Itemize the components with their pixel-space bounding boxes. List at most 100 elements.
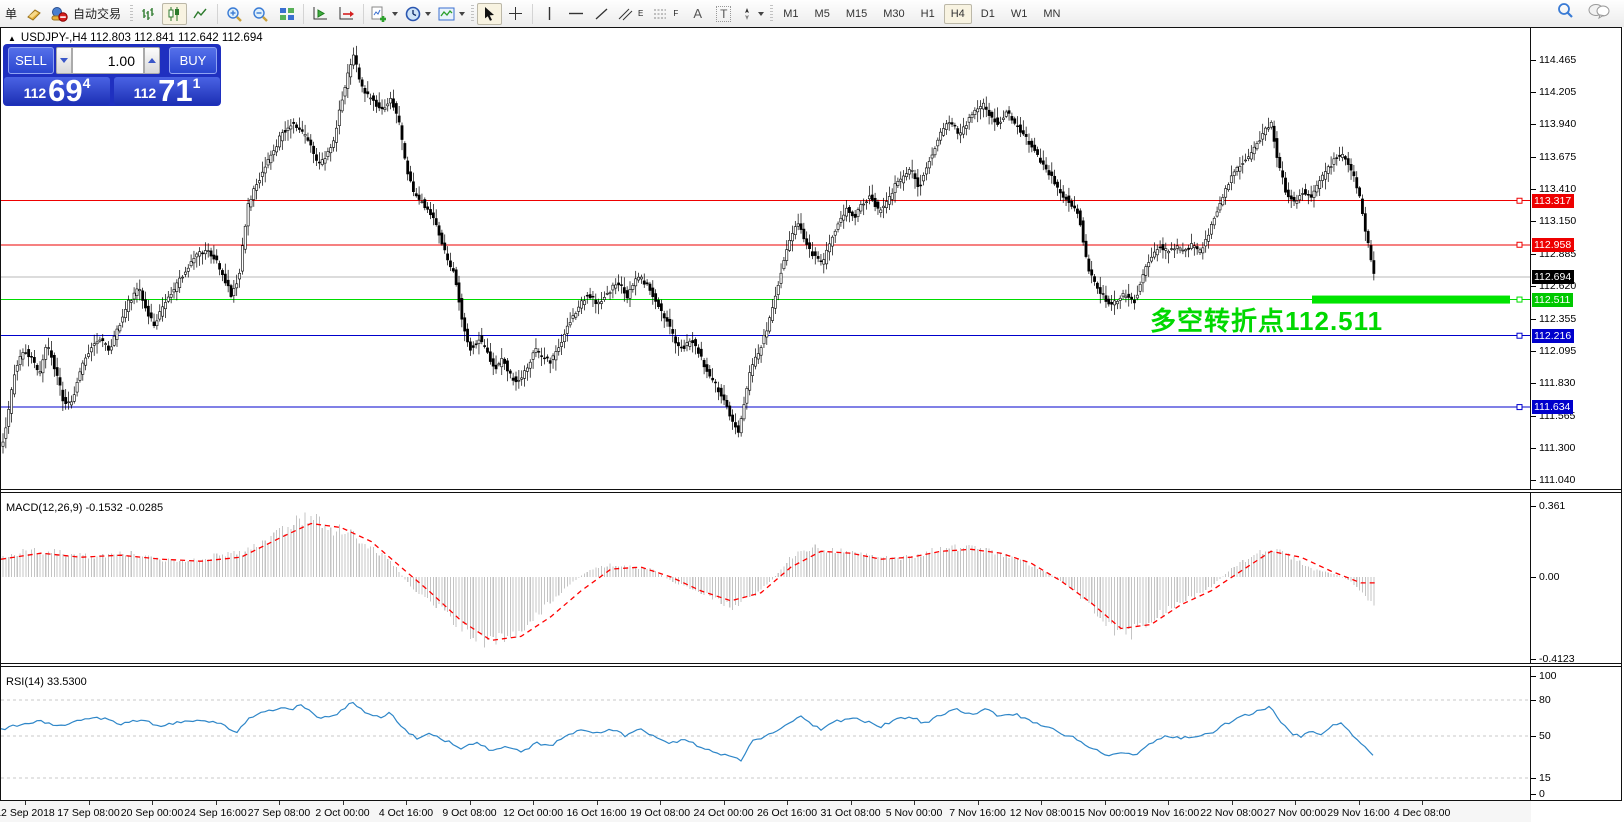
timeframe-h4[interactable]: H4 (944, 4, 972, 24)
date-tick (724, 801, 725, 805)
chart-shift-icon[interactable] (334, 3, 359, 25)
axis-tick (1531, 480, 1536, 481)
buy-quote-button[interactable]: 112 71 1 (114, 77, 220, 105)
date-label: 12 Oct 00:00 (503, 807, 563, 819)
line-handle[interactable] (1517, 242, 1522, 247)
axis-tick (1531, 383, 1536, 384)
rsi-line (1, 703, 1373, 761)
date-label: 2 Oct 00:00 (315, 807, 369, 819)
date-label: 29 Nov 16:00 (1327, 807, 1389, 819)
auto-trading-button[interactable]: 自动交易 (47, 3, 127, 25)
date-label: 4 Oct 16:00 (379, 807, 433, 819)
panel-splitter-rsi[interactable] (1, 663, 1621, 667)
date-tick (851, 801, 852, 805)
macd-tick-0.00: 0.00 (1539, 571, 1559, 583)
rsi-tick-100: 100 (1539, 670, 1557, 682)
date-label: 27 Sep 08:00 (248, 807, 310, 819)
bar-chart-icon[interactable] (136, 3, 161, 25)
trendline-tool-icon[interactable] (589, 3, 614, 25)
date-tick (914, 801, 915, 805)
volume-input[interactable] (72, 47, 144, 74)
sell-price-prefix: 112 (24, 85, 47, 101)
price-axis-border (1530, 28, 1531, 800)
timeframe-m15[interactable]: M15 (839, 4, 874, 24)
ticket-icon[interactable] (21, 3, 46, 25)
date-tick (978, 801, 979, 805)
sell-quote-button[interactable]: 112 69 4 (4, 77, 110, 105)
axis-tick (1531, 351, 1536, 352)
price-tick-111.040: 111.040 (1539, 474, 1575, 486)
chevron-down-icon (392, 12, 398, 16)
axis-tick (1531, 778, 1536, 779)
line-handle[interactable] (1517, 405, 1522, 410)
channel-tool-icon[interactable]: E (615, 3, 649, 25)
date-label: 15 Nov 00:00 (1073, 807, 1135, 819)
volume-increase-button[interactable] (144, 47, 160, 74)
axis-tick (1531, 794, 1536, 795)
collapse-icon[interactable]: ▲ (8, 34, 16, 43)
templates-icon[interactable] (435, 3, 468, 25)
zoom-in-icon[interactable] (222, 3, 247, 25)
date-tick (1105, 801, 1106, 805)
vertical-line-tool-icon[interactable] (537, 3, 562, 25)
date-tick (406, 801, 407, 805)
price-label-112.216: 112.216 (1532, 329, 1574, 343)
buy-button[interactable]: BUY (169, 47, 217, 74)
text-tool-icon[interactable]: A (685, 3, 710, 25)
arrows-tool-icon[interactable] (737, 3, 767, 25)
toolbar: 单 自动交易 (0, 0, 1624, 27)
line-handle[interactable] (1517, 198, 1522, 203)
panel-splitter-macd[interactable] (1, 489, 1621, 493)
volume-decrease-button[interactable] (56, 47, 72, 74)
buy-price-prefix: 112 (134, 85, 157, 101)
timeframe-m5[interactable]: M5 (808, 4, 837, 24)
zoom-out-icon[interactable] (248, 3, 273, 25)
tile-windows-icon[interactable] (274, 3, 299, 25)
periods-icon[interactable] (402, 3, 434, 25)
date-tick (1041, 801, 1042, 805)
timeframe-m30[interactable]: M30 (876, 4, 911, 24)
horizontal-line-tool-icon[interactable] (563, 3, 588, 25)
axis-tick (1531, 60, 1536, 61)
timeframe-w1[interactable]: W1 (1004, 4, 1035, 24)
search-icon[interactable] (1557, 2, 1574, 19)
crosshair-tool-icon[interactable] (503, 3, 528, 25)
line-chart-icon[interactable] (188, 3, 213, 25)
chevron-down-icon (758, 12, 764, 16)
date-label: 19 Nov 16:00 (1137, 807, 1199, 819)
rsi-tick-15: 15 (1539, 772, 1551, 784)
cursor-tool-icon[interactable] (477, 3, 502, 25)
sell-button[interactable]: SELL (8, 47, 54, 74)
macd-indicator-label: MACD(12,26,9) -0.1532 -0.0285 (6, 502, 163, 514)
timeframe-d1[interactable]: D1 (974, 4, 1002, 24)
axis-tick (1531, 736, 1536, 737)
date-tick (1295, 801, 1296, 805)
axis-tick (1531, 700, 1536, 701)
date-tick (597, 801, 598, 805)
timeframe-h1[interactable]: H1 (914, 4, 942, 24)
axis-tick (1531, 577, 1536, 578)
timeframe-m1[interactable]: M1 (776, 4, 805, 24)
timeframe-mn[interactable]: MN (1036, 4, 1067, 24)
price-label-112.511: 112.511 (1532, 293, 1573, 307)
date-label: 4 Dec 08:00 (1394, 807, 1451, 819)
pivot-annotation-text[interactable]: 多空转折点112.511 (1150, 301, 1383, 338)
text-label-tool-icon[interactable]: T (711, 3, 736, 25)
line-handle[interactable] (1517, 333, 1522, 338)
price-tick-114.205: 114.205 (1539, 86, 1576, 98)
date-label: 31 Oct 08:00 (820, 807, 880, 819)
new-order-button[interactable]: 单 (2, 5, 20, 22)
date-tick (279, 801, 280, 805)
date-label: 27 Nov 00:00 (1264, 807, 1326, 819)
indicators-icon[interactable] (368, 3, 401, 25)
date-tick (152, 801, 153, 805)
chat-icon[interactable] (1588, 3, 1610, 19)
candlestick-chart-icon[interactable] (162, 3, 187, 25)
line-handle[interactable] (1517, 297, 1522, 302)
price-axis: 114.465114.205113.940113.675113.410113.1… (1531, 28, 1623, 800)
sell-price-pip: 4 (83, 75, 91, 91)
toolbar-right (1557, 2, 1610, 19)
fibonacci-tool-icon[interactable]: F (650, 3, 684, 25)
mt4-window: 单 自动交易 (0, 0, 1624, 822)
auto-scroll-icon[interactable] (308, 3, 333, 25)
